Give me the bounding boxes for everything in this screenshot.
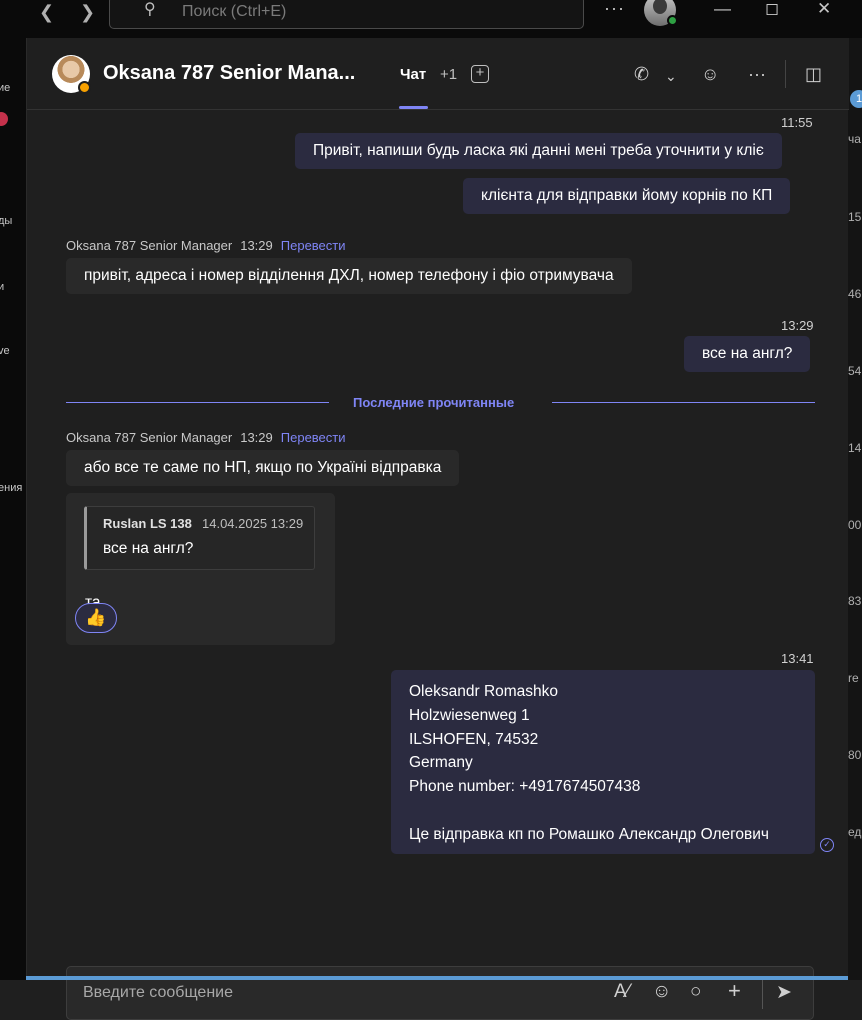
translate-link[interactable]: Перевести [281, 430, 346, 445]
read-receipt-icon: ✓ [820, 838, 834, 852]
quote-author: Ruslan LS 138 [103, 516, 192, 531]
chat-panel: Oksana 787 Senior Mana... Чат +1 + ✆ ⌄ ☺… [26, 38, 849, 1020]
message-time: 13:41 [781, 651, 814, 666]
divider-line [66, 402, 329, 403]
search-icon: ⚲ [144, 1, 156, 18]
bottom-accent-bar [26, 976, 848, 980]
format-icon[interactable]: A⁄ [614, 981, 630, 1003]
right-strip: 1 ча 15 46 54 14 00 83 re 80 ед [848, 38, 862, 980]
message-time: 13:29 [781, 318, 814, 333]
sender-name: Oksana 787 Senior Manager [66, 430, 233, 445]
add-tab-icon[interactable]: + [471, 65, 489, 83]
side-panel-icon[interactable]: ◫ [805, 64, 822, 85]
outgoing-message[interactable]: клієнта для відправки йому корнів по КП [463, 178, 791, 214]
message-time: 13:29 [240, 238, 273, 253]
rail-item[interactable]: ve [0, 345, 10, 357]
divider-line [552, 402, 815, 403]
unread-badge: 1 [850, 90, 862, 108]
rail-item[interactable]: ения [0, 482, 22, 494]
last-read-divider: Последние прочитанные [353, 395, 515, 410]
message-list: 11:55 Привіт, напиши будь ласка які данн… [27, 110, 849, 1020]
rail-item[interactable]: и [0, 281, 4, 293]
chat-list-item[interactable]: re [848, 671, 859, 685]
back-icon[interactable]: ❮ [39, 2, 54, 23]
address-line: ILSHOFEN, 74532 [409, 730, 539, 748]
chat-list-item[interactable]: 15 [848, 210, 861, 224]
outgoing-message[interactable]: все на англ? [684, 336, 811, 372]
chat-header: Oksana 787 Senior Mana... Чат +1 + ✆ ⌄ ☺… [27, 38, 849, 110]
forward-icon[interactable]: ❯ [80, 2, 95, 23]
address-line: Oleksandr Romashko [409, 683, 559, 700]
outgoing-message-address[interactable]: Oleksandr Romashko Holzwiesenweg 1 ILSHO… [391, 670, 815, 854]
chat-list-item[interactable]: 00 [848, 518, 861, 532]
tab-chat[interactable]: Чат [400, 66, 426, 83]
minimize-icon[interactable]: — [714, 0, 731, 19]
send-icon[interactable]: ➤ [776, 981, 792, 1004]
address-line: Holzwiesenweg 1 [409, 706, 530, 724]
quote-text: все на англ? [103, 540, 194, 557]
maximize-icon[interactable]: ◻ [765, 0, 779, 19]
chat-list-item[interactable]: 46 [848, 287, 861, 301]
address-line: Це відправка кп по Ромашко Александр Оле… [409, 825, 770, 843]
chat-list-item[interactable]: ед [848, 825, 861, 839]
notification-badge [0, 112, 8, 126]
presence-available-icon [667, 15, 678, 26]
phone-icon[interactable]: ✆ [634, 64, 649, 85]
rail-item[interactable]: ды [0, 215, 12, 227]
chat-list-item[interactable]: ча [848, 132, 861, 146]
loop-icon[interactable]: ○ [690, 981, 701, 1003]
chat-list-item[interactable]: 14 [848, 441, 861, 455]
address-line: Germany [409, 754, 473, 772]
quoted-message[interactable]: Ruslan LS 138 14.04.2025 13:29 все на ан… [84, 506, 315, 570]
address-line: Phone number: +4917674507438 [409, 778, 641, 796]
sender-line: Oksana 787 Senior Manager 13:29 Перевести [66, 238, 346, 253]
incoming-message[interactable]: або все те саме по НП, якщо по Україні в… [66, 450, 460, 486]
header-divider [785, 60, 786, 88]
search-input[interactable]: ⚲ Поиск (Ctrl+E) [109, 0, 584, 29]
left-rail: ие ды и ve ения [0, 38, 26, 980]
emoji-icon[interactable]: ☺ [652, 981, 671, 1003]
chevron-down-icon[interactable]: ⌄ [665, 68, 677, 85]
more-icon[interactable]: ··· [604, 0, 625, 19]
composer-placeholder: Введите сообщение [83, 984, 233, 1001]
tab-more[interactable]: +1 [440, 66, 457, 83]
thumbs-up-reaction[interactable]: 👍 [75, 603, 117, 633]
sender-name: Oksana 787 Senior Manager [66, 238, 233, 253]
add-icon[interactable]: + [728, 978, 741, 1004]
translate-link[interactable]: Перевести [281, 238, 346, 253]
chat-list-item[interactable]: 80 [848, 748, 861, 762]
incoming-message[interactable]: привіт, адреса і номер відділення ДХЛ, н… [66, 258, 632, 294]
chat-list-item[interactable]: 83 [848, 594, 861, 608]
chat-list-item[interactable]: 54 [848, 364, 861, 378]
sender-line: Oksana 787 Senior Manager 13:29 Перевести [66, 430, 346, 445]
chat-title[interactable]: Oksana 787 Senior Mana... [103, 62, 355, 85]
search-placeholder: Поиск (Ctrl+E) [182, 3, 287, 20]
quote-date: 14.04.2025 13:29 [202, 516, 304, 531]
composer-divider [762, 979, 763, 1009]
message-time: 11:55 [781, 115, 813, 130]
title-bar: ❮ ❯ ⚲ Поиск (Ctrl+E) ··· — ◻ ✕ [0, 0, 862, 38]
more-options-icon[interactable]: ··· [748, 64, 766, 85]
close-icon[interactable]: ✕ [817, 0, 831, 19]
message-composer[interactable]: Введите сообщение A⁄ ☺ ○ + ➤ [66, 966, 814, 1020]
rail-item[interactable]: ие [0, 82, 10, 94]
outgoing-message[interactable]: Привіт, напиши будь ласка які данні мені… [295, 133, 782, 169]
message-time: 13:29 [240, 430, 273, 445]
add-people-icon[interactable]: ☺ [701, 64, 719, 85]
presence-away-icon [78, 81, 91, 94]
active-tab-indicator [399, 106, 428, 109]
